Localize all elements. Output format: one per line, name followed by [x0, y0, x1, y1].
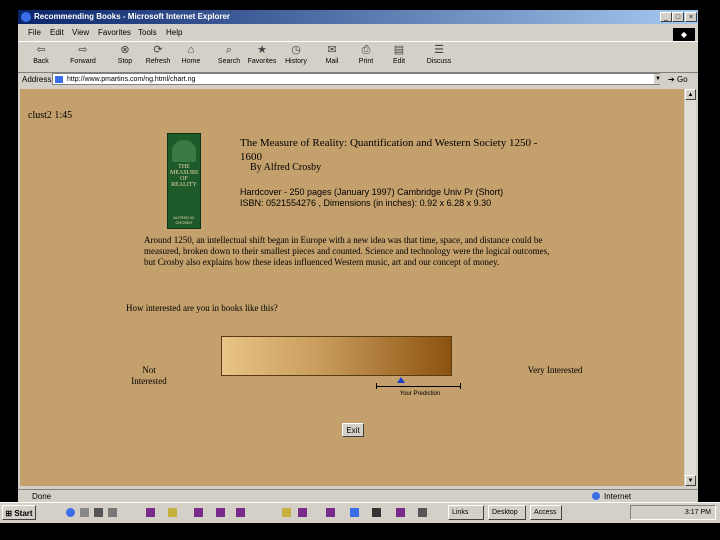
windows-logo-icon: ◆: [673, 28, 695, 41]
forward-arrow-icon: ⇨: [78, 44, 88, 56]
start-button[interactable]: ⊞ Start: [2, 505, 36, 520]
book-description: Around 1250, an intellectual shift began…: [144, 235, 550, 267]
address-bar: Address http://www.pmartins.com/ng.html/…: [18, 72, 698, 87]
go-button[interactable]: ➔ Go: [668, 75, 688, 84]
address-dropdown-icon[interactable]: ▼: [654, 74, 662, 84]
cover-author: ALFRED W. CROSBY: [173, 215, 195, 225]
menu-tools[interactable]: Tools: [138, 28, 157, 37]
quicklaunch-app-icon[interactable]: [94, 508, 103, 517]
rating-low-label: Not Interested: [131, 365, 167, 386]
interest-rating-bar[interactable]: [221, 336, 452, 376]
mail-icon: ✉: [327, 44, 337, 56]
cover-title: THE MEASURE OF REALITY: [170, 164, 199, 188]
home-button[interactable]: ⌂ Home: [176, 43, 206, 71]
page-icon: [55, 76, 63, 83]
book-cover: THE MEASURE OF REALITY ALFRED W. CROSBY: [167, 133, 201, 229]
window-title: Recommending Books - Microsoft Internet …: [34, 12, 231, 21]
discuss-button[interactable]: ☰ Discuss: [424, 43, 454, 71]
prediction-arrow-icon: [397, 377, 406, 383]
rating-question: How interested are you in books like thi…: [126, 303, 278, 313]
menu-help[interactable]: Help: [166, 28, 182, 37]
menu-file[interactable]: File: [28, 28, 41, 37]
search-button[interactable]: ⌕ Search: [214, 43, 244, 71]
close-button[interactable]: ×: [685, 12, 697, 22]
edit-icon: ▤: [393, 44, 405, 56]
taskbar-desktop[interactable]: Desktop: [488, 505, 526, 520]
quicklaunch-app-icon[interactable]: [298, 508, 307, 517]
quicklaunch-app-icon[interactable]: [396, 508, 405, 517]
status-text: Done: [32, 492, 52, 501]
quicklaunch-app-icon[interactable]: [282, 508, 291, 517]
taskbar: ⊞ Start Links Desktop Access 3:17 PM: [0, 502, 720, 523]
edit-button[interactable]: ▤ Edit: [384, 43, 414, 71]
minimize-button[interactable]: _: [660, 12, 672, 22]
quicklaunch-ie-icon[interactable]: [66, 508, 75, 517]
stop-icon: ⊗: [120, 44, 130, 56]
quicklaunch-app-icon[interactable]: [146, 508, 155, 517]
status-zone: Internet: [604, 492, 632, 501]
quicklaunch-app-icon[interactable]: [80, 508, 89, 517]
search-icon: ⌕: [225, 44, 233, 56]
address-value: http://www.pmartins.com/ng.html/chart.ng: [67, 76, 196, 83]
quicklaunch-app-icon[interactable]: [372, 508, 381, 517]
menu-view[interactable]: View: [72, 28, 89, 37]
refresh-button[interactable]: ⟳ Refresh: [143, 43, 173, 71]
quicklaunch-app-icon[interactable]: [194, 508, 203, 517]
history-button[interactable]: ◷ History: [281, 43, 311, 71]
address-label: Address: [22, 75, 52, 84]
browser-window: Recommending Books - Microsoft Internet …: [18, 10, 698, 518]
exit-button[interactable]: Exit: [342, 423, 364, 437]
internet-zone-icon: [592, 492, 600, 500]
back-button[interactable]: ⇦ Back: [26, 43, 56, 71]
print-icon: ⎙: [361, 44, 371, 56]
discuss-icon: ☰: [434, 44, 444, 56]
ie-logo-icon: [21, 12, 31, 22]
home-icon: ⌂: [187, 44, 195, 56]
toolbar: ⇦ Back ⇨ Forward ⊗ Stop ⟳ Refresh ⌂ Home ⌕ Sea…: [18, 41, 698, 73]
forward-button[interactable]: ⇨ Forward: [68, 43, 98, 71]
stop-button[interactable]: ⊗ Stop: [110, 43, 140, 71]
address-input[interactable]: http://www.pmartins.com/ng.html/chart.ng: [52, 73, 660, 85]
book-title: The Measure of Reality: Quantification a…: [240, 137, 538, 163]
mail-button[interactable]: ✉ Mail: [317, 43, 347, 71]
favorites-icon: ★: [257, 44, 267, 56]
vertical-scrollbar[interactable]: ▲ ▼: [685, 89, 696, 486]
quicklaunch-app-icon[interactable]: [326, 508, 335, 517]
back-arrow-icon: ⇦: [36, 44, 46, 56]
menu-favorites[interactable]: Favorites: [98, 28, 131, 37]
book-meta-format: Hardcover - 250 pages (January 1997) Cam…: [240, 187, 504, 197]
scroll-up-icon[interactable]: ▲: [685, 89, 696, 100]
menu-edit[interactable]: Edit: [50, 28, 64, 37]
title-bar: Recommending Books - Microsoft Internet …: [18, 10, 698, 24]
prediction-range-right-tick: [460, 383, 461, 389]
prediction-label: Your Prediction: [399, 391, 441, 397]
session-timer: clust2 1:45: [28, 110, 73, 121]
print-button[interactable]: ⎙ Print: [351, 43, 381, 71]
tray-clock: 3:17 PM: [684, 509, 711, 516]
page-content: clust2 1:45 THE MEASURE OF REALITY ALFRE…: [20, 89, 684, 486]
refresh-icon: ⟳: [153, 44, 163, 56]
quicklaunch-app-icon[interactable]: [168, 508, 177, 517]
favorites-button[interactable]: ★ Favorites: [247, 43, 277, 71]
history-icon: ◷: [291, 44, 301, 56]
system-tray: 3:17 PM: [630, 505, 716, 520]
menu-bar: File Edit View Favorites Tools Help ◆: [18, 25, 698, 41]
quicklaunch-app-icon[interactable]: [418, 508, 427, 517]
taskbar-links[interactable]: Links: [448, 505, 484, 520]
quicklaunch-app-icon[interactable]: [236, 508, 245, 517]
prediction-range-left-tick: [376, 383, 377, 389]
quicklaunch-app-icon[interactable]: [216, 508, 225, 517]
prediction-range-line: [376, 386, 460, 387]
taskbar-access[interactable]: Access: [530, 505, 562, 520]
status-bar: Done Internet: [18, 489, 698, 503]
quicklaunch-app-icon[interactable]: [350, 508, 359, 517]
cover-figure: [172, 140, 196, 162]
book-meta-isbn: ISBN: 0521554276 , Dimensions (in inches…: [240, 198, 492, 208]
book-meta: Hardcover - 250 pages (January 1997) Cam…: [240, 187, 503, 209]
quicklaunch-app-icon[interactable]: [108, 508, 117, 517]
book-author: By Alfred Crosby: [250, 162, 322, 173]
rating-high-label: Very Interested: [527, 365, 583, 375]
scroll-down-icon[interactable]: ▼: [685, 475, 696, 486]
maximize-button[interactable]: □: [672, 12, 684, 22]
